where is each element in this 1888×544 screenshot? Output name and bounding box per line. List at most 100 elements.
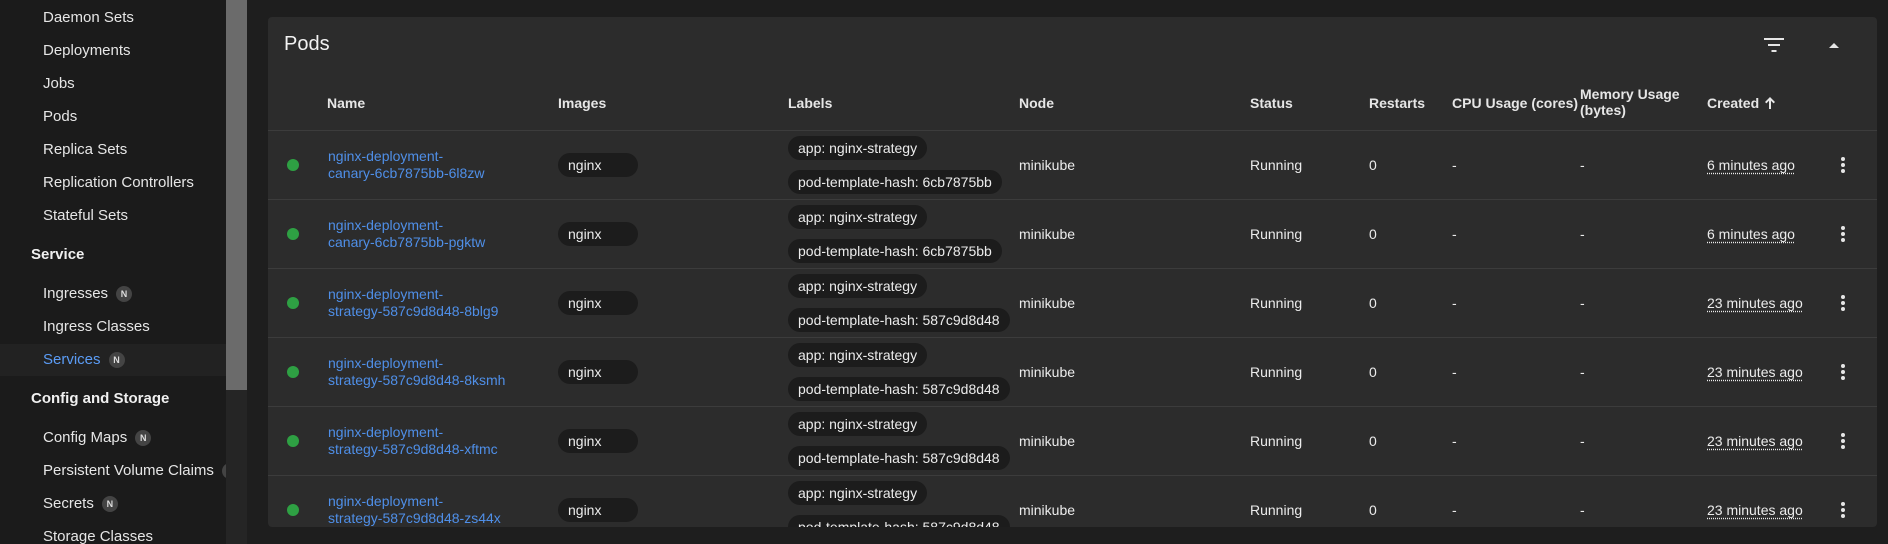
row-actions-button[interactable] xyxy=(1828,219,1858,249)
created-timestamp[interactable]: 6 minutes ago xyxy=(1707,157,1795,173)
memory-usage-value: - xyxy=(1580,433,1585,449)
row-actions-button[interactable] xyxy=(1828,426,1858,456)
created-timestamp[interactable]: 23 minutes ago xyxy=(1707,295,1803,311)
row-actions-button[interactable] xyxy=(1828,357,1858,387)
filter-button[interactable] xyxy=(1759,30,1789,60)
more-vertical-icon xyxy=(1841,226,1845,242)
sidebar-item-pods[interactable]: Pods xyxy=(43,108,77,125)
sidebar-item-deployments[interactable]: Deployments xyxy=(43,42,131,59)
sidebar-section-config-and-storage[interactable]: Config and Storage xyxy=(31,390,169,407)
sidebar-item-label: Daemon Sets xyxy=(43,9,134,26)
table-row: nginx-deployment-strategy-587c9d8d48-8ks… xyxy=(268,338,1877,407)
restarts-value: 0 xyxy=(1369,226,1377,242)
column-header-status[interactable]: Status xyxy=(1250,95,1293,111)
table-row: nginx-deployment-strategy-587c9d8d48-xft… xyxy=(268,407,1877,476)
more-vertical-icon xyxy=(1841,157,1845,173)
namespaced-badge: N xyxy=(101,495,118,512)
restarts-value: 0 xyxy=(1369,364,1377,380)
pod-name-line2: canary-6cb7875bb-6l8zw xyxy=(328,165,485,181)
image-chip: nginx xyxy=(558,429,638,453)
sidebar-item-persistent-volume-claims[interactable]: Persistent Volume ClaimsN xyxy=(43,462,238,479)
label-chip: app: nginx-strategy xyxy=(788,343,928,367)
sidebar-item-label: Ingresses xyxy=(43,285,109,302)
table-row: nginx-deployment-strategy-587c9d8d48-8bl… xyxy=(268,269,1877,338)
sidebar-section-service[interactable]: Service xyxy=(31,246,84,263)
memory-usage-value: - xyxy=(1580,502,1585,518)
sidebar-item-storage-classes[interactable]: Storage Classes xyxy=(43,528,153,544)
column-header-images[interactable]: Images xyxy=(558,95,606,111)
sort-ascending-icon xyxy=(1765,97,1776,109)
sidebar-item-label: Persistent Volume Claims xyxy=(43,462,214,479)
restarts-value: 0 xyxy=(1369,502,1377,518)
column-header-name[interactable]: Name xyxy=(327,95,365,111)
created-timestamp[interactable]: 23 minutes ago xyxy=(1707,364,1803,380)
sidebar-item-label: Replica Sets xyxy=(43,141,128,158)
label-chip: pod-template-hash: 6cb7875bb xyxy=(788,170,1002,194)
label-chip: app: nginx-strategy xyxy=(788,136,928,160)
row-actions-button[interactable] xyxy=(1828,495,1858,525)
sidebar-item-label: Replication Controllers xyxy=(43,174,194,191)
image-chip: nginx xyxy=(558,360,638,384)
row-actions-button[interactable] xyxy=(1828,150,1858,180)
status-dot-icon xyxy=(287,159,299,171)
cpu-usage-value: - xyxy=(1452,295,1457,311)
pod-name-link[interactable]: nginx-deployment-strategy-587c9d8d48-zs4… xyxy=(328,493,528,527)
image-chip: nginx xyxy=(558,153,638,177)
status-dot-icon xyxy=(287,228,299,240)
status-value: Running xyxy=(1250,226,1303,242)
sidebar-item-stateful-sets[interactable]: Stateful Sets xyxy=(43,207,128,224)
more-vertical-icon xyxy=(1841,295,1845,311)
sidebar-item-secrets[interactable]: Secrets N xyxy=(43,495,118,512)
pod-name-line1: nginx-deployment- xyxy=(328,355,444,371)
more-vertical-icon xyxy=(1841,502,1845,518)
sidebar: Daemon Sets Deployments Jobs Pods Replic… xyxy=(0,0,247,544)
pod-name-link[interactable]: nginx-deployment-strategy-587c9d8d48-8ks… xyxy=(328,355,528,389)
node-value: minikube xyxy=(1019,295,1076,311)
sidebar-item-replication-controllers[interactable]: Replication Controllers xyxy=(43,174,194,191)
column-header-node[interactable]: Node xyxy=(1019,95,1054,111)
column-header-created[interactable]: Created xyxy=(1707,95,1776,111)
pod-name-line2: canary-6cb7875bb-pgktw xyxy=(328,234,486,250)
sidebar-item-services[interactable]: Services N xyxy=(43,351,125,368)
column-header-cpu-usage[interactable]: CPU Usage (cores) xyxy=(1452,95,1578,111)
cpu-usage-value: - xyxy=(1452,433,1457,449)
sidebar-item-jobs[interactable]: Jobs xyxy=(43,75,75,92)
pod-name-link[interactable]: nginx-deployment-strategy-587c9d8d48-xft… xyxy=(328,424,528,458)
pod-name-link[interactable]: nginx-deployment-canary-6cb7875bb-6l8zw xyxy=(328,148,528,182)
column-header-memory-usage[interactable]: Memory Usage (bytes) xyxy=(1580,86,1680,118)
sidebar-item-ingress-classes[interactable]: Ingress Classes xyxy=(43,318,150,335)
pod-name-link[interactable]: nginx-deployment-strategy-587c9d8d48-8bl… xyxy=(328,286,528,320)
created-timestamp[interactable]: 23 minutes ago xyxy=(1707,433,1803,449)
sidebar-item-ingresses[interactable]: Ingresses N xyxy=(43,285,133,302)
cpu-usage-value: - xyxy=(1452,502,1457,518)
restarts-value: 0 xyxy=(1369,157,1377,173)
more-vertical-icon xyxy=(1841,364,1845,380)
sidebar-item-replica-sets[interactable]: Replica Sets xyxy=(43,141,127,158)
namespaced-badge: N xyxy=(116,285,133,302)
row-actions-button[interactable] xyxy=(1828,288,1858,318)
sidebar-item-config-maps[interactable]: Config Maps N xyxy=(43,429,152,446)
status-dot-icon xyxy=(287,366,299,378)
column-header-labels[interactable]: Labels xyxy=(788,95,832,111)
node-value: minikube xyxy=(1019,502,1076,518)
status-value: Running xyxy=(1250,502,1303,518)
table-row: nginx-deployment-canary-6cb7875bb-pgktw n… xyxy=(268,200,1877,269)
collapse-button[interactable] xyxy=(1819,30,1849,60)
status-dot-icon xyxy=(287,297,299,309)
status-value: Running xyxy=(1250,433,1303,449)
filter-icon xyxy=(1764,38,1784,52)
label-chip: pod-template-hash: 587c9d8d48 xyxy=(788,377,1010,401)
created-timestamp[interactable]: 23 minutes ago xyxy=(1707,502,1803,518)
image-chip: nginx xyxy=(558,291,638,315)
sidebar-item-daemon-sets[interactable]: Daemon Sets xyxy=(43,9,134,26)
pod-name-link[interactable]: nginx-deployment-canary-6cb7875bb-pgktw xyxy=(328,217,528,251)
sidebar-scrollbar-thumb[interactable] xyxy=(226,0,247,390)
created-timestamp[interactable]: 6 minutes ago xyxy=(1707,226,1795,242)
pod-name-line1: nginx-deployment- xyxy=(328,424,444,440)
node-value: minikube xyxy=(1019,226,1076,242)
column-header-created-label: Created xyxy=(1707,95,1760,111)
memory-usage-value: - xyxy=(1580,295,1585,311)
pods-panel: Pods Name Images Labels Node Status Rest… xyxy=(268,17,1877,539)
column-header-restarts[interactable]: Restarts xyxy=(1369,95,1425,111)
pod-name-line2: strategy-587c9d8d48-xftmc xyxy=(328,441,498,457)
